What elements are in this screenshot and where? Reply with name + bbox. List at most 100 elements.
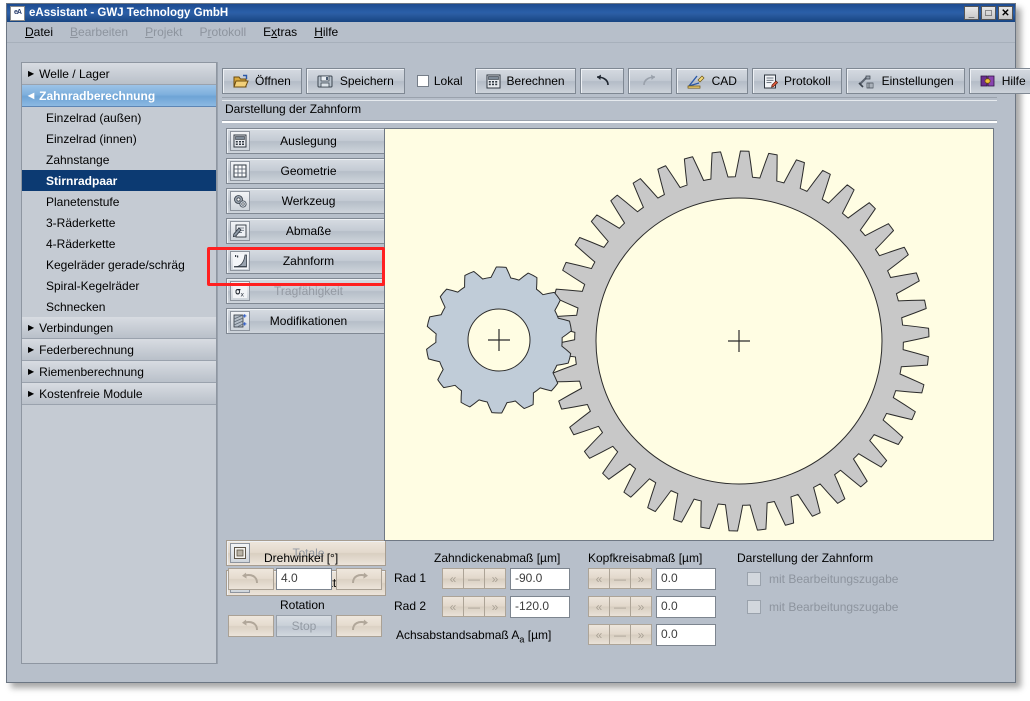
sidebar-item-stirnradpaar[interactable]: Stirnradpaar — [22, 170, 216, 191]
menu-item-protokoll[interactable]: Protokoll — [199, 25, 246, 39]
sidebar-item-einzelrad-aussen[interactable]: Einzelrad (außen) — [22, 107, 216, 128]
nav-button-werkzeug[interactable]: Werkzeug — [226, 188, 386, 214]
option-row-2[interactable]: mit Bearbeitungszugabe — [747, 600, 898, 614]
title-bar: eA eAssistant - GWJ Technology GmbH _ □ … — [7, 4, 1015, 22]
spinner-minus-icon[interactable]: — — [463, 568, 485, 589]
undo-arrow-icon — [593, 74, 611, 88]
checkbox-icon[interactable] — [417, 75, 429, 87]
nav-button-abmasse[interactable]: Abmaße — [226, 218, 386, 244]
sidebar-item-spiral-kegelraeder[interactable]: Spiral-Kegelräder — [22, 275, 216, 296]
rad1-kopfkreis-spinner[interactable]: « — » — [588, 568, 651, 589]
help-button[interactable]: Hilfe — [969, 68, 1030, 94]
nav-button-label: Abmaße — [250, 224, 385, 238]
spinner-minus-icon[interactable]: — — [609, 624, 631, 645]
calculate-button[interactable]: Berechnen — [475, 68, 576, 94]
rotation-stop-label: Stop — [292, 619, 317, 633]
nav-button-tragfaehigkeit[interactable]: σ σ x Tragfähigkeit — [226, 278, 386, 304]
rad2-zahndicke-spinner[interactable]: « — » — [442, 596, 505, 617]
spinner-prev-icon[interactable]: « — [588, 624, 610, 645]
sidebar-group-kostenfreie-module[interactable]: ▶ Kostenfreie Module — [22, 383, 216, 405]
application-window: eA eAssistant - GWJ Technology GmbH _ □ … — [6, 3, 1016, 683]
achsabstand-spinner[interactable]: « — » — [588, 624, 651, 645]
nav-button-zahnform[interactable]: Zahnform — [226, 248, 386, 274]
spinner-prev-icon[interactable]: « — [442, 596, 464, 617]
app-icon: eA — [10, 6, 25, 21]
save-button[interactable]: Speichern — [306, 68, 405, 94]
settings-button[interactable]: Einstellungen — [846, 68, 965, 94]
protocol-button[interactable]: Protokoll — [752, 68, 842, 94]
undo-button[interactable] — [580, 68, 624, 94]
spinner-next-icon[interactable]: » — [484, 568, 506, 589]
rad2-kopfkreis-input[interactable]: 0.0 — [656, 596, 716, 618]
drehwinkel-input[interactable]: 4.0 — [276, 568, 332, 590]
local-checkbox[interactable]: Lokal — [409, 74, 471, 88]
rotate-cw-icon — [349, 619, 369, 633]
sidebar-item-3-raederkette[interactable]: 3-Räderkette — [22, 212, 216, 233]
checkbox-icon[interactable] — [747, 600, 761, 614]
sidebar-group-verbindungen[interactable]: ▶ Verbindungen — [22, 317, 216, 339]
spinner-minus-icon[interactable]: — — [609, 568, 631, 589]
spinner-prev-icon[interactable]: « — [588, 596, 610, 617]
spinner-next-icon[interactable]: » — [484, 596, 506, 617]
spinner-next-icon[interactable]: » — [630, 624, 652, 645]
drehwinkel-cw-button[interactable] — [336, 568, 382, 590]
open-button[interactable]: Öffnen — [222, 68, 302, 94]
tools-settings-icon — [857, 74, 876, 89]
nav-button-geometrie[interactable]: Geometrie — [226, 158, 386, 184]
sidebar-item-planetenstufe[interactable]: Planetenstufe — [22, 191, 216, 212]
achsabstand-input[interactable]: 0.0 — [656, 624, 716, 646]
menu-item-projekt[interactable]: Projekt — [145, 25, 182, 39]
rad1-zahndicke-input[interactable]: -90.0 — [510, 568, 570, 590]
maximize-button[interactable]: □ — [981, 6, 996, 20]
option-row-1[interactable]: mit Bearbeitungszugabe — [747, 572, 898, 586]
sidebar-item-schnecken[interactable]: Schnecken — [22, 296, 216, 317]
menu-bar: Datei Bearbeiten Projekt Protokoll Extra… — [7, 22, 1015, 43]
rotation-ccw-button[interactable] — [228, 615, 274, 637]
close-button[interactable]: ✕ — [998, 6, 1013, 20]
sidebar-item-label: Einzelrad (innen) — [46, 132, 137, 146]
rotation-stop-button[interactable]: Stop — [276, 615, 332, 637]
rad2-zahndicke-input[interactable]: -120.0 — [510, 596, 570, 618]
rad1-kopfkreis-input[interactable]: 0.0 — [656, 568, 716, 590]
redo-button[interactable] — [628, 68, 672, 94]
rotation-cw-button[interactable] — [336, 615, 382, 637]
nav-button-label: Modifikationen — [250, 314, 385, 328]
spinner-prev-icon[interactable]: « — [588, 568, 610, 589]
cad-button[interactable]: CAD — [676, 68, 748, 94]
open-button-label: Öffnen — [255, 74, 291, 88]
zahndickenabmass-label: Zahndickenabmaß [µm] — [434, 551, 560, 565]
rad1-zahndicke-spinner[interactable]: « — » — [442, 568, 505, 589]
drehwinkel-ccw-button[interactable] — [228, 568, 274, 590]
checkbox-icon[interactable] — [747, 572, 761, 586]
sidebar-item-einzelrad-innen[interactable]: Einzelrad (innen) — [22, 128, 216, 149]
nav-button-modifikationen[interactable]: Modifikationen — [226, 308, 386, 334]
menu-item-datei[interactable]: Datei — [25, 25, 53, 39]
minimize-button[interactable]: _ — [964, 6, 979, 20]
rotation-label: Rotation — [280, 598, 325, 612]
menu-item-extras[interactable]: Extras — [263, 25, 297, 39]
sidebar-group-zahnradberechnung[interactable]: ◀ Zahnradberechnung — [22, 85, 216, 107]
cad-button-label: CAD — [712, 74, 737, 88]
menu-item-bearbeiten[interactable]: Bearbeiten — [70, 25, 128, 39]
sidebar-group-welle-lager[interactable]: ▶ Welle / Lager — [22, 63, 216, 85]
maximize-glyph: □ — [985, 8, 991, 19]
spinner-prev-icon[interactable]: « — [442, 568, 464, 589]
sidebar-item-kegelraeder[interactable]: Kegelräder gerade/schräg — [22, 254, 216, 275]
achsabstandsabmass-label: Achsabstandsabmaß Aa [µm] — [396, 628, 551, 644]
spinner-next-icon[interactable]: » — [630, 596, 652, 617]
gear-drawing-canvas[interactable] — [384, 128, 994, 541]
sidebar-group-riemenberechnung[interactable]: ▶ Riemenberechnung — [22, 361, 216, 383]
spinner-minus-icon[interactable]: — — [463, 596, 485, 617]
drehwinkel-label: Drehwinkel [°] — [264, 551, 338, 565]
rotate-ccw-icon — [241, 619, 261, 633]
spinner-next-icon[interactable]: » — [630, 568, 652, 589]
sidebar-group-federberechnung[interactable]: ▶ Federberechnung — [22, 339, 216, 361]
menu-item-hilfe[interactable]: Hilfe — [314, 25, 338, 39]
rad2-kopfkreis-spinner[interactable]: « — » — [588, 596, 651, 617]
spinner-minus-icon[interactable]: — — [609, 596, 631, 617]
sidebar-item-zahnstange[interactable]: Zahnstange — [22, 149, 216, 170]
rad1-label: Rad 1 — [394, 571, 426, 585]
sidebar-item-4-raederkette[interactable]: 4-Räderkette — [22, 233, 216, 254]
nav-button-auslegung[interactable]: Auslegung — [226, 128, 386, 154]
help-book-icon — [980, 74, 996, 88]
